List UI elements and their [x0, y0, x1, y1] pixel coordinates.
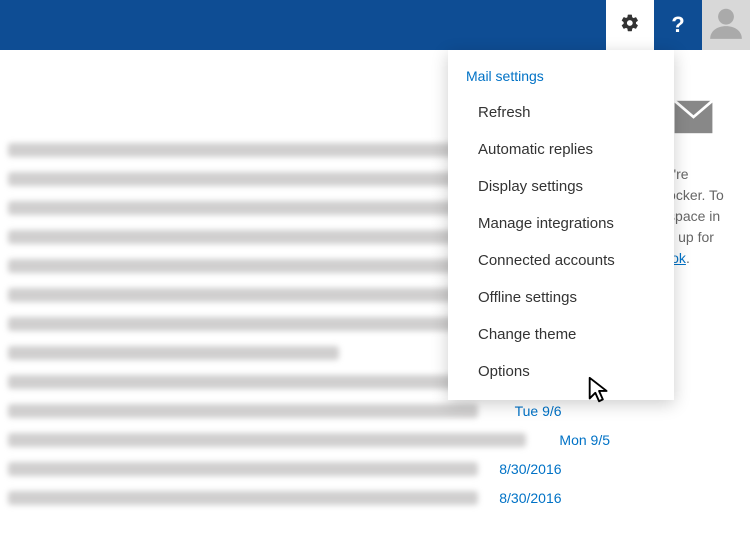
- mail-row[interactable]: 8/30/2016: [8, 483, 610, 512]
- menu-item-change-theme[interactable]: Change theme: [448, 316, 674, 353]
- menu-item-options[interactable]: Options: [448, 353, 674, 390]
- mail-date: 8/30/2016: [490, 461, 562, 477]
- settings-menu-header: Mail settings: [448, 64, 674, 94]
- topbar: ?: [0, 0, 750, 50]
- menu-item-connected-accounts[interactable]: Connected accounts: [448, 242, 674, 279]
- settings-menu: Mail settings Refresh Automatic replies …: [448, 50, 674, 400]
- mail-row[interactable]: Tue 9/6: [8, 396, 610, 425]
- menu-item-offline-settings[interactable]: Offline settings: [448, 279, 674, 316]
- mail-date: Mon 9/5: [538, 432, 610, 448]
- menu-item-refresh[interactable]: Refresh: [448, 94, 674, 131]
- avatar-icon: [707, 4, 745, 46]
- mail-row[interactable]: 8/30/2016: [8, 454, 610, 483]
- help-button[interactable]: ?: [654, 0, 702, 50]
- menu-item-manage-integrations[interactable]: Manage integrations: [448, 205, 674, 242]
- gear-icon: [620, 13, 640, 37]
- mail-date: Tue 9/6: [490, 403, 562, 419]
- settings-button[interactable]: [606, 0, 654, 50]
- menu-item-automatic-replies[interactable]: Automatic replies: [448, 131, 674, 168]
- mail-date: 8/30/2016: [490, 490, 562, 506]
- user-avatar[interactable]: [702, 0, 750, 50]
- help-icon: ?: [671, 12, 684, 38]
- menu-item-display-settings[interactable]: Display settings: [448, 168, 674, 205]
- mail-row[interactable]: Mon 9/5: [8, 425, 610, 454]
